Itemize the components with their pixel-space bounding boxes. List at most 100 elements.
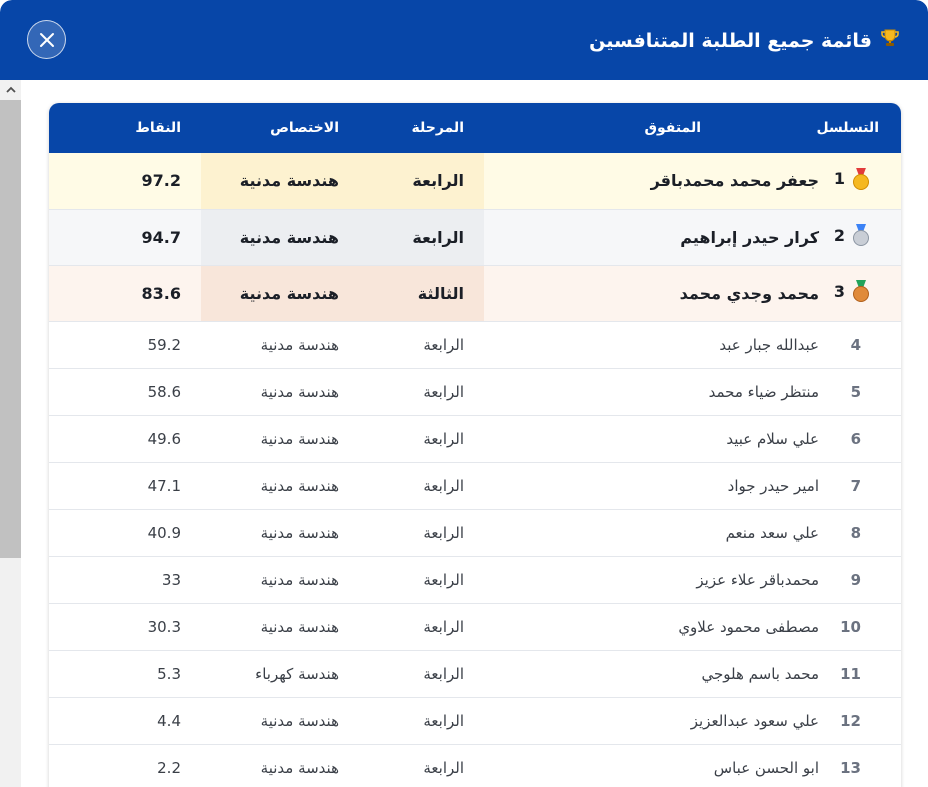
student-name: محمد وجدي محمد [679, 283, 819, 303]
student-points: 30.3 [147, 617, 181, 636]
student-stage: الرابعة [423, 758, 464, 777]
silver-medal-icon [851, 224, 871, 246]
student-points: 47.1 [147, 476, 181, 495]
student-name: منتظر ضياء محمد [708, 382, 819, 401]
student-points: 40.9 [147, 523, 181, 542]
students-dialog: قائمة جميع الطلبة المتنافسين التسلسل الم… [0, 0, 928, 787]
rank-number: 13 [840, 758, 861, 777]
student-specialization: هندسة مدنية [260, 711, 339, 730]
table-row[interactable]: 9 محمدباقر علاء عزيز الرابعة هندسة مدنية… [49, 556, 901, 603]
student-points: 97.2 [141, 171, 181, 191]
table-row[interactable]: 8 علي سعد منعم الرابعة هندسة مدنية 40.9 [49, 509, 901, 556]
student-points: 33 [161, 570, 181, 589]
student-stage: الرابعة [359, 209, 484, 265]
student-stage: الرابعة [423, 335, 464, 354]
students-table-card: التسلسل المتفوق المرحلة الاختصاص النقاط … [49, 103, 901, 787]
student-stage: الرابعة [423, 570, 464, 589]
rank-number: 7 [850, 476, 861, 495]
student-name: كرار حيدر إبراهيم [680, 227, 819, 247]
table-row[interactable]: 6 علي سلام عبيد الرابعة هندسة مدنية 49.6 [49, 415, 901, 462]
student-stage: الرابعة [423, 476, 464, 495]
student-name: علي سعد منعم [725, 523, 819, 542]
students-table: التسلسل المتفوق المرحلة الاختصاص النقاط … [49, 103, 901, 787]
header-rank[interactable]: التسلسل [817, 103, 901, 153]
rank-number: 9 [850, 570, 861, 589]
student-specialization: هندسة مدنية [201, 153, 359, 209]
student-stage: الرابعة [423, 429, 464, 448]
rank-number: 6 [850, 429, 861, 448]
student-stage: الرابعة [423, 523, 464, 542]
rank-number: 1 [833, 169, 845, 189]
table-row[interactable]: 10 مصطفى محمود علاوي الرابعة هندسة مدنية… [49, 603, 901, 650]
table-row[interactable]: 11 محمد باسم هلوجي الرابعة هندسة كهرباء … [49, 650, 901, 697]
student-specialization: هندسة مدنية [260, 382, 339, 401]
student-points: 58.6 [147, 382, 181, 401]
rank-number: 11 [840, 664, 861, 683]
header-name[interactable]: المتفوق [484, 103, 819, 153]
rank-cell: 2 [819, 209, 901, 265]
student-name: علي سعود عبدالعزيز [690, 711, 819, 730]
header-points[interactable]: النقاط [49, 103, 201, 153]
header-stage[interactable]: المرحلة [359, 103, 484, 153]
student-name: عبدالله جبار عبد [719, 335, 819, 354]
dialog-title: قائمة جميع الطلبة المتنافسين [589, 29, 872, 52]
dialog-header: قائمة جميع الطلبة المتنافسين [0, 0, 928, 80]
header-specialization[interactable]: الاختصاص [201, 103, 359, 153]
student-points: 5.3 [157, 664, 181, 683]
student-stage: الرابعة [423, 382, 464, 401]
student-stage: الرابعة [423, 664, 464, 683]
rank-number: 10 [840, 617, 861, 636]
rank-number: 12 [840, 711, 861, 730]
student-points: 59.2 [147, 335, 181, 354]
student-name: ابو الحسن عباس [713, 758, 819, 777]
student-specialization: هندسة مدنية [260, 758, 339, 777]
table-row[interactable]: 2 كرار حيدر إبراهيم الرابعة هندسة مدنية … [49, 209, 901, 265]
table-row[interactable]: 3 محمد وجدي محمد الثالثة هندسة مدنية 83.… [49, 265, 901, 321]
rank-number: 3 [833, 281, 845, 301]
rank-number: 5 [850, 382, 861, 401]
student-name: جعفر محمد محمدباقر [650, 171, 819, 191]
vertical-scrollbar[interactable] [0, 80, 21, 787]
student-specialization: هندسة مدنية [260, 335, 339, 354]
student-stage: الرابعة [423, 617, 464, 636]
dialog-title-wrap: قائمة جميع الطلبة المتنافسين [589, 28, 900, 53]
scrollbar-thumb[interactable] [0, 100, 21, 558]
student-stage: الرابعة [359, 153, 484, 209]
student-name: مصطفى محمود علاوي [678, 617, 819, 636]
student-specialization: هندسة مدنية [201, 265, 359, 321]
bronze-medal-icon [851, 280, 871, 302]
student-specialization: هندسة مدنية [260, 523, 339, 542]
rank-number: 4 [850, 335, 861, 354]
student-points: 4.4 [157, 711, 181, 730]
student-name: امير حيدر جواد [727, 476, 819, 495]
student-points: 83.6 [141, 283, 181, 303]
gold-medal-icon [851, 167, 871, 190]
student-specialization: هندسة مدنية [201, 209, 359, 265]
close-icon [39, 32, 54, 47]
student-specialization: هندسة مدنية [260, 429, 339, 448]
close-button[interactable] [27, 20, 66, 59]
table-row[interactable]: 1 جعفر محمد محمدباقر الرابعة هندسة مدنية… [49, 153, 901, 209]
student-name: محمدباقر علاء عزيز [696, 570, 819, 589]
student-specialization: هندسة كهرباء [255, 664, 339, 683]
rank-cell: 1 [819, 153, 901, 209]
student-specialization: هندسة مدنية [260, 476, 339, 495]
table-header-row: التسلسل المتفوق المرحلة الاختصاص النقاط [49, 103, 901, 153]
table-row[interactable]: 5 منتظر ضياء محمد الرابعة هندسة مدنية 58… [49, 368, 901, 415]
rank-number: 8 [850, 523, 861, 542]
student-specialization: هندسة مدنية [260, 617, 339, 636]
table-row[interactable]: 13 ابو الحسن عباس الرابعة هندسة مدنية 2.… [49, 744, 901, 787]
student-specialization: هندسة مدنية [260, 570, 339, 589]
student-points: 2.2 [157, 758, 181, 777]
student-name: علي سلام عبيد [726, 429, 819, 448]
student-points: 94.7 [141, 227, 181, 247]
table-row[interactable]: 7 امير حيدر جواد الرابعة هندسة مدنية 47.… [49, 462, 901, 509]
student-stage: الثالثة [359, 265, 484, 321]
trophy-icon [880, 28, 900, 53]
rank-cell: 3 [819, 265, 901, 321]
student-stage: الرابعة [423, 711, 464, 730]
scroll-up-arrow-icon[interactable] [0, 80, 21, 100]
student-name: محمد باسم هلوجي [701, 664, 820, 683]
table-row[interactable]: 4 عبدالله جبار عبد الرابعة هندسة مدنية 5… [49, 321, 901, 368]
table-row[interactable]: 12 علي سعود عبدالعزيز الرابعة هندسة مدني… [49, 697, 901, 744]
